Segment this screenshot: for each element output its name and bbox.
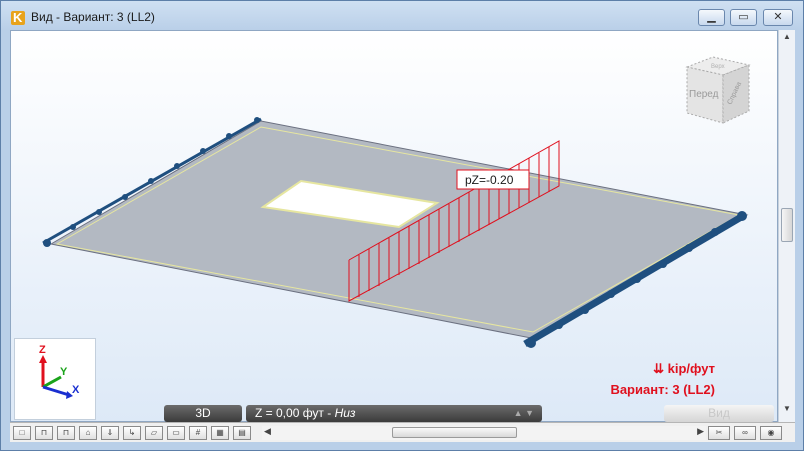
- vertical-scrollbar[interactable]: ▲ ▼: [778, 30, 795, 422]
- axis-y-label: Y: [60, 366, 68, 378]
- bottom-toolbar: □ ⊓ ⊓ ⌂ ⇓ ↳ ▱ ▭ # ▦ ▤ ◀ ▶ ✂ ∞ ◉: [10, 422, 795, 442]
- view-cube[interactable]: Перед Справа Верх: [673, 53, 759, 129]
- horizontal-scrollbar[interactable]: ◀ ▶: [262, 426, 706, 440]
- z-level-field[interactable]: Z = 0,00 фут - Низ ▲ ▼: [246, 405, 542, 422]
- mode-3d-button[interactable]: 3D: [164, 405, 242, 422]
- view-cube-top-label: Верх: [711, 64, 725, 70]
- show-numbers-icon[interactable]: #: [189, 426, 207, 440]
- title-bar[interactable]: Вид - Вариант: 3 (LL2) ▁ ▭ ✕: [1, 1, 803, 31]
- show-loads-icon[interactable]: ⇓: [101, 426, 119, 440]
- scroll-left-icon[interactable]: ◀: [264, 426, 271, 437]
- load-unit-legend: ⇊ kip/фут: [653, 361, 715, 377]
- show-dimensions-icon[interactable]: ↳: [123, 426, 141, 440]
- show-supports-icon[interactable]: ⊓: [35, 426, 53, 440]
- scroll-down-icon[interactable]: ▼: [779, 404, 795, 418]
- vertical-scroll-thumb[interactable]: [781, 208, 793, 242]
- show-nodes-icon[interactable]: □: [13, 426, 31, 440]
- load-unit-label: kip/фут: [667, 361, 715, 376]
- variant-legend: Вариант: 3 (LL2): [610, 382, 715, 397]
- show-grid-icon[interactable]: ▦: [211, 426, 229, 440]
- close-icon: ✕: [773, 11, 783, 23]
- close-button[interactable]: ✕: [763, 9, 793, 26]
- minimize-button[interactable]: ▁: [698, 9, 725, 26]
- glasses-icon[interactable]: ∞: [734, 426, 756, 440]
- axis-z-label: Z: [39, 344, 46, 356]
- z-value-text: Z = 0,00 фут -: [255, 406, 335, 420]
- load-unit-icon: ⇊: [653, 361, 668, 376]
- horizontal-scroll-thumb[interactable]: [392, 427, 517, 438]
- maximize-icon: ▭: [738, 11, 749, 23]
- axis-triad: Z Y X: [14, 338, 96, 420]
- show-beams-icon[interactable]: ⊓: [57, 426, 75, 440]
- scroll-up-icon[interactable]: ▲: [779, 32, 795, 46]
- z-side-text: Низ: [334, 406, 356, 420]
- maximize-button[interactable]: ▭: [730, 9, 757, 26]
- model-viewport[interactable]: pZ=-0.20 Перед Справа Верх ⇊ kip/фут Вар…: [10, 30, 778, 422]
- show-surfaces-icon[interactable]: ▭: [167, 426, 185, 440]
- view-cube-front-label: Перед: [689, 89, 719, 100]
- window-title: Вид - Вариант: 3 (LL2): [31, 10, 155, 24]
- minimize-icon: ▁: [707, 11, 716, 23]
- view-options-icon[interactable]: ◉: [760, 426, 782, 440]
- sections-icon[interactable]: ✂: [708, 426, 730, 440]
- app-logo-icon: [11, 10, 25, 25]
- load-value-label: pZ=-0.20: [465, 173, 514, 187]
- slab[interactable]: [49, 120, 749, 339]
- axis-x-label: X: [72, 384, 80, 396]
- show-slabs-icon[interactable]: ⌂: [79, 426, 97, 440]
- axis-triad-icon: Z Y X: [39, 344, 80, 399]
- view-button[interactable]: Вид: [664, 405, 774, 422]
- z-level-stepper-icon[interactable]: ▲ ▼: [514, 405, 534, 422]
- show-labels-icon[interactable]: ▤: [233, 426, 251, 440]
- show-panels-icon[interactable]: ▱: [145, 426, 163, 440]
- scroll-right-icon[interactable]: ▶: [697, 426, 704, 437]
